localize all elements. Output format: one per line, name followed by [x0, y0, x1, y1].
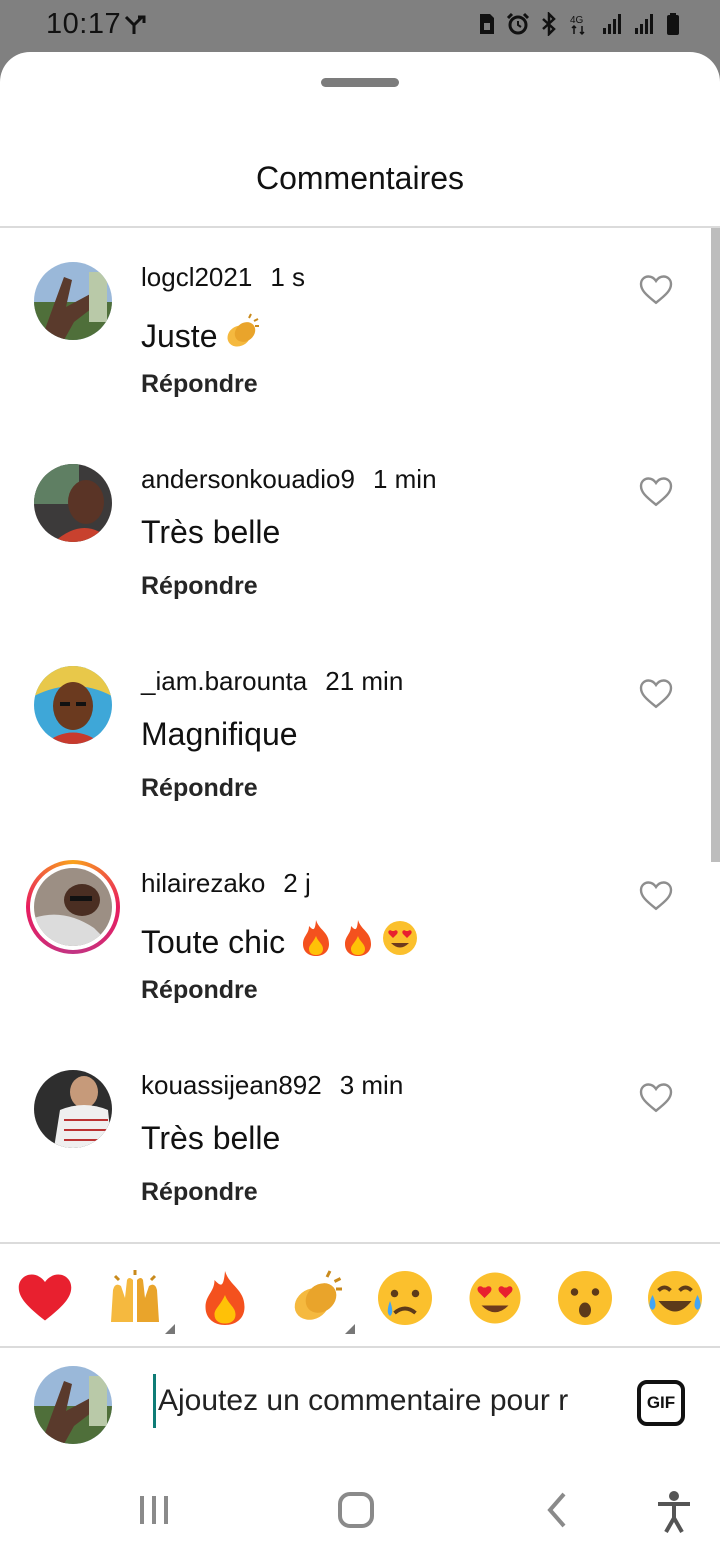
- heart-eyes-icon: [381, 918, 419, 966]
- comment-item: _iam.barounta 21 min Magnifique Répondre: [0, 666, 720, 868]
- heart-outline-icon[interactable]: [638, 878, 674, 914]
- alarm-icon: [506, 12, 530, 35]
- avatar[interactable]: [34, 666, 112, 744]
- recent-apps-icon[interactable]: [136, 1490, 172, 1530]
- 4g-icon: 4G: [570, 15, 585, 36]
- status-time: 10:17: [46, 8, 122, 40]
- reply-button[interactable]: Répondre: [141, 370, 258, 399]
- comment-text-value: Magnifique: [141, 716, 298, 752]
- system-nav-bar: [0, 1468, 720, 1560]
- story-ring[interactable]: [26, 860, 120, 954]
- reply-button[interactable]: Répondre: [141, 1178, 258, 1207]
- comment-text-value: Juste: [141, 317, 218, 354]
- avatar: [34, 1366, 112, 1444]
- comment-item: hilairezako 2 j Toute chic Répondre: [0, 860, 720, 1070]
- fire-icon[interactable]: [195, 1268, 255, 1328]
- divider: [0, 226, 720, 228]
- sheet-grab-handle[interactable]: [321, 78, 399, 87]
- reply-button[interactable]: Répondre: [141, 774, 258, 803]
- back-icon[interactable]: [540, 1490, 576, 1530]
- fire-icon: [297, 918, 335, 966]
- avatar[interactable]: [34, 1070, 112, 1148]
- bluetooth-icon: [542, 12, 556, 36]
- reply-button[interactable]: Répondre: [141, 572, 258, 601]
- comment-text: Très belle: [141, 1120, 280, 1157]
- status-bar: 10:17 4G: [0, 0, 720, 52]
- comment-item: andersonkouadio9 1 min Très belle Répondr…: [0, 464, 720, 666]
- comment-username[interactable]: andersonkouadio9: [141, 464, 355, 494]
- comment-username[interactable]: hilairezako: [141, 868, 265, 898]
- status-icons: 4G: [478, 12, 680, 36]
- comment-text: Juste: [141, 312, 261, 360]
- reply-button[interactable]: Répondre: [141, 976, 258, 1005]
- comment-header: hilairezako 2 j: [141, 868, 311, 899]
- comment-header: logcl2021 1 s: [141, 262, 305, 293]
- comment-header: kouassijean892 3 min: [141, 1070, 403, 1101]
- comment-text-value: Très belle: [141, 1120, 281, 1156]
- svg-text:4G: 4G: [570, 15, 584, 26]
- comment-time: 2 j: [283, 868, 311, 898]
- home-icon[interactable]: [336, 1490, 376, 1530]
- avatar[interactable]: [34, 464, 112, 542]
- crying-face-icon[interactable]: [375, 1268, 435, 1328]
- comment-text: Toute chic: [141, 918, 419, 966]
- heart-eyes-icon[interactable]: [465, 1268, 525, 1328]
- sheet-title: Commentaires: [255, 160, 465, 196]
- comment-input[interactable]: [153, 1374, 603, 1428]
- comment-text: Très belle: [141, 514, 280, 551]
- red-heart-icon[interactable]: [15, 1268, 75, 1328]
- comment-item: logcl2021 1 s Juste Répondre: [0, 262, 720, 464]
- comment-header: andersonkouadio9 1 min: [141, 464, 437, 495]
- comment-time: 21 min: [325, 666, 404, 696]
- surprised-face-icon[interactable]: [555, 1268, 615, 1328]
- tears-of-joy-icon[interactable]: [645, 1268, 705, 1328]
- emoji-quick-bar: [0, 1244, 720, 1346]
- sim-icon: [480, 14, 494, 34]
- comment-time: 1 s: [270, 262, 305, 292]
- comment-username[interactable]: logcl2021: [141, 262, 252, 292]
- fire-icon: [339, 918, 377, 966]
- accessibility-icon[interactable]: [654, 1490, 694, 1534]
- raising-hands-icon[interactable]: [105, 1268, 175, 1334]
- comments-sheet: Commentaires logcl2021 1 s Juste Répondre: [0, 52, 720, 1560]
- comment-username[interactable]: kouassijean892: [141, 1070, 322, 1100]
- heart-outline-icon[interactable]: [638, 676, 674, 712]
- network-icon: [124, 14, 148, 41]
- comment-text-value: Toute chic: [141, 923, 286, 960]
- heart-outline-icon[interactable]: [638, 272, 674, 308]
- signal-icon: [603, 14, 621, 34]
- heart-outline-icon[interactable]: [638, 474, 674, 510]
- gif-button[interactable]: GIF: [637, 1380, 685, 1426]
- avatar[interactable]: [34, 262, 112, 340]
- battery-icon: [667, 13, 679, 35]
- comment-username[interactable]: _iam.barounta: [141, 666, 307, 696]
- clapping-hands-icon: [221, 312, 261, 360]
- variant-indicator: [165, 1324, 175, 1334]
- comment-time: 1 min: [372, 464, 437, 494]
- comment-header: _iam.barounta 21 min: [141, 666, 403, 697]
- comment-time: 3 min: [339, 1070, 404, 1100]
- avatar[interactable]: [34, 868, 112, 946]
- heart-outline-icon[interactable]: [638, 1080, 674, 1116]
- variant-indicator: [345, 1324, 355, 1334]
- comment-composer: GIF: [0, 1348, 720, 1468]
- signal-icon: [635, 14, 653, 34]
- comment-text-value: Très belle: [141, 514, 281, 550]
- clapping-hands-icon[interactable]: [285, 1268, 355, 1334]
- comment-text: Magnifique: [141, 716, 298, 753]
